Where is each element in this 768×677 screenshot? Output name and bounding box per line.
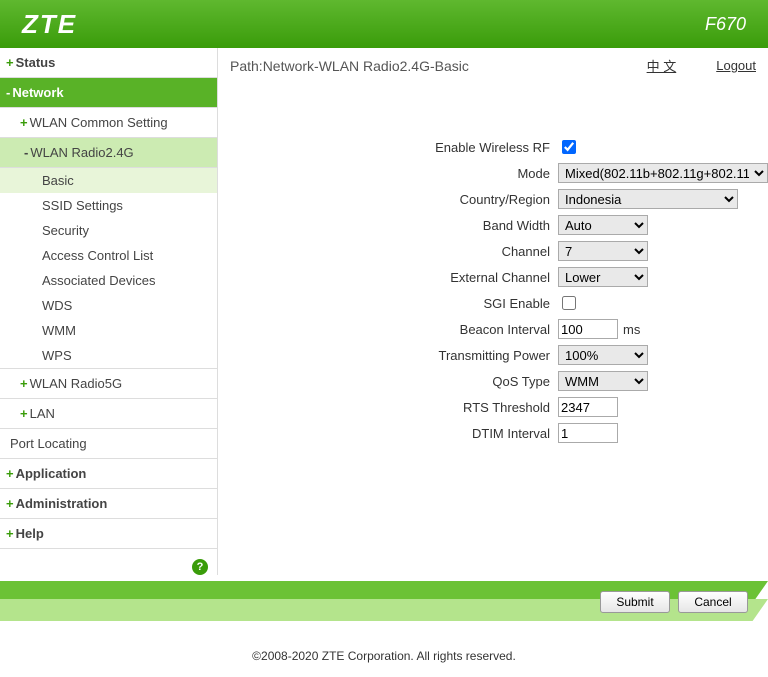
- expand-icon: +: [20, 376, 28, 391]
- country-select[interactable]: Indonesia: [558, 189, 738, 209]
- expand-icon: +: [6, 466, 14, 481]
- sidebar-item-application[interactable]: +Application: [0, 459, 217, 489]
- sidebar-item-ssid[interactable]: SSID Settings: [0, 193, 217, 218]
- cancel-button[interactable]: Cancel: [678, 591, 748, 613]
- sidebar-item-wds[interactable]: WDS: [0, 293, 217, 318]
- label-mode: Mode: [318, 166, 558, 181]
- breadcrumb: Path:Network-WLAN Radio2.4G-Basic: [230, 58, 647, 74]
- app-header: ZTE F670: [0, 0, 768, 48]
- model-name: F670: [705, 14, 746, 35]
- rts-input[interactable]: [558, 397, 618, 417]
- sidebar-item-basic[interactable]: Basic: [0, 168, 217, 193]
- sidebar-item-wmm[interactable]: WMM: [0, 318, 217, 343]
- sidebar-item-status[interactable]: +Status: [0, 48, 217, 78]
- logout-link[interactable]: Logout: [716, 58, 756, 73]
- label-rts: RTS Threshold: [318, 400, 558, 415]
- collapse-icon: -: [24, 145, 28, 160]
- label-enable-rf: Enable Wireless RF: [318, 140, 558, 155]
- sidebar-item-assoc[interactable]: Associated Devices: [0, 268, 217, 293]
- collapse-icon: -: [6, 85, 10, 100]
- label-qos: QoS Type: [318, 374, 558, 389]
- sidebar-item-network[interactable]: -Network: [0, 78, 217, 108]
- settings-form: Enable Wireless RF Mode Mixed(802.11b+80…: [318, 137, 768, 443]
- expand-icon: +: [6, 55, 14, 70]
- sidebar-item-wlan5g[interactable]: +WLAN Radio5G: [0, 369, 217, 399]
- channel-select[interactable]: 7: [558, 241, 648, 261]
- sidebar-item-port-locating[interactable]: Port Locating: [0, 429, 217, 459]
- qos-select[interactable]: WMM: [558, 371, 648, 391]
- footer-text: ©2008-2020 ZTE Corporation. All rights r…: [0, 639, 768, 677]
- sidebar-item-wlan-common[interactable]: +WLAN Common Setting: [0, 108, 217, 138]
- sidebar-item-wlan24[interactable]: -WLAN Radio2.4G: [0, 138, 217, 168]
- label-channel: Channel: [318, 244, 558, 259]
- label-sgi: SGI Enable: [318, 296, 558, 311]
- mode-select[interactable]: Mixed(802.11b+802.11g+802.11n: [558, 163, 768, 183]
- main-pane: Path:Network-WLAN Radio2.4G-Basic 中 文 Lo…: [217, 48, 768, 575]
- beacon-unit: ms: [623, 322, 640, 337]
- label-ext-channel: External Channel: [318, 270, 558, 285]
- sidebar-item-help[interactable]: +Help: [0, 519, 217, 549]
- submit-button[interactable]: Submit: [600, 591, 670, 613]
- language-link[interactable]: 中 文: [647, 56, 677, 75]
- ext-channel-select[interactable]: Lower: [558, 267, 648, 287]
- action-bar: Submit Cancel: [0, 581, 768, 639]
- label-dtim: DTIM Interval: [318, 426, 558, 441]
- sidebar-item-administration[interactable]: +Administration: [0, 489, 217, 519]
- sidebar-item-lan[interactable]: +LAN: [0, 399, 217, 429]
- sidebar-item-acl[interactable]: Access Control List: [0, 243, 217, 268]
- help-icon[interactable]: ?: [192, 559, 208, 575]
- label-bandwidth: Band Width: [318, 218, 558, 233]
- dtim-input[interactable]: [558, 423, 618, 443]
- sidebar: +Status -Network +WLAN Common Setting -W…: [0, 48, 217, 575]
- label-beacon: Beacon Interval: [318, 322, 558, 337]
- sidebar-item-security[interactable]: Security: [0, 218, 217, 243]
- txpower-select[interactable]: 100%: [558, 345, 648, 365]
- brand-logo: ZTE: [22, 9, 77, 40]
- sgi-checkbox[interactable]: [562, 296, 576, 310]
- bandwidth-select[interactable]: Auto: [558, 215, 648, 235]
- beacon-input[interactable]: [558, 319, 618, 339]
- expand-icon: +: [6, 496, 14, 511]
- enable-rf-checkbox[interactable]: [562, 140, 576, 154]
- label-country: Country/Region: [318, 192, 558, 207]
- expand-icon: +: [20, 406, 28, 421]
- sidebar-item-wps[interactable]: WPS: [0, 343, 217, 369]
- expand-icon: +: [20, 115, 28, 130]
- label-txpower: Transmitting Power: [318, 348, 558, 363]
- expand-icon: +: [6, 526, 14, 541]
